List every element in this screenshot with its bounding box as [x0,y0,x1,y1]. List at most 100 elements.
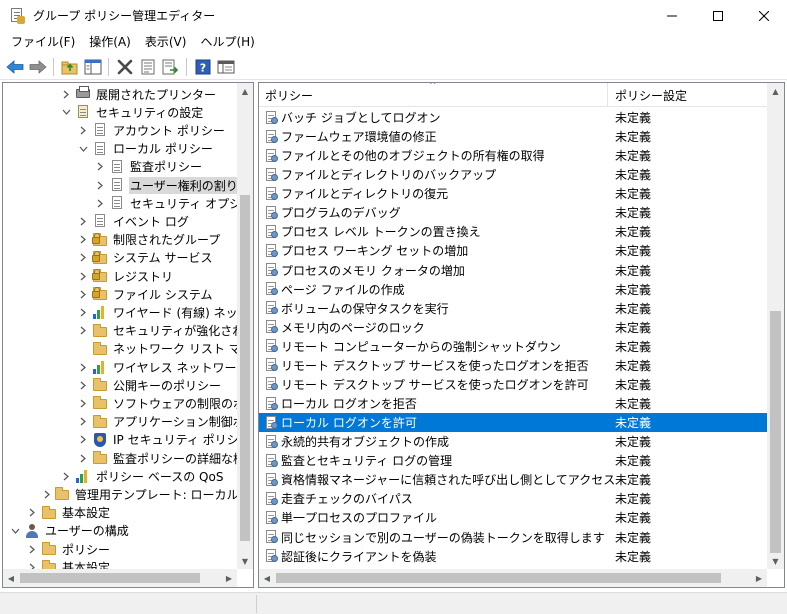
chevron-right-icon[interactable] [78,376,88,394]
policy-row[interactable]: ファイルとディレクトリのバックアップ 未定義 [259,165,767,184]
maximize-button[interactable] [695,0,741,31]
policy-row[interactable]: ファイルとその他のオブジェクトの所有権の取得 未定義 [259,146,767,165]
menu-help[interactable]: ヘルプ(H) [193,33,261,50]
chevron-right-icon[interactable] [95,158,105,176]
policy-row[interactable]: 同じセッションで別のユーザーの偽装トークンを取得します 未定義 [259,528,767,547]
policy-row[interactable]: ファームウェア環境値の修正 未定義 [259,127,767,146]
list-scroll-down-arrow[interactable]: ▼ [767,553,784,569]
show-hide-console-tree-button[interactable] [81,56,104,78]
list-scroll-thumb[interactable] [770,311,781,553]
chevron-right-icon[interactable] [78,449,88,467]
policy-row[interactable]: バッチ ジョブとしてログオン 未定義 [259,108,767,127]
menu-action[interactable]: 操作(A) [82,33,138,50]
chevron-right-icon[interactable] [78,413,88,431]
help-button[interactable]: ? [191,56,214,78]
policy-row[interactable]: 永続的共有オブジェクトの作成 未定義 [259,432,767,451]
tree-node[interactable]: 監査ポリシー [95,158,237,176]
tree-node[interactable]: レジストリ [78,267,237,285]
close-button[interactable] [741,0,787,31]
tree-scroll-thumb[interactable] [240,195,250,541]
list-scroll-left-arrow[interactable]: ◀ [259,569,275,587]
console-tree-pane[interactable]: 展開されたプリンター セキュリティの設定 アカウント ポリシー ローカル ポリシー 監査… [2,82,254,588]
policy-row[interactable]: 資格情報マネージャーに信頼された呼び出し側としてアクセス 未定義 [259,470,767,489]
policy-row[interactable]: リモート コンピューターからの強制シャットダウン 未定義 [259,337,767,356]
policy-row[interactable]: プロセス レベル トークンの置き換え 未定義 [259,222,767,241]
policy-row[interactable]: ファイルとディレクトリの復元 未定義 [259,184,767,203]
tree-node[interactable]: 監査ポリシーの詳細な構成 [78,449,237,467]
chevron-right-icon[interactable] [78,431,88,449]
tree-node[interactable]: ポリシー [27,540,237,558]
forward-button[interactable] [26,56,49,78]
policy-row[interactable]: リモート デスクトップ サービスを使ったログオンを拒否 未定義 [259,356,767,375]
column-header-policy[interactable]: ポリシー ^ [259,83,608,107]
tree-node[interactable]: 管理用テンプレート: ローカル コンピューターから取得したポリシー定義 [44,485,237,503]
tree-node[interactable]: ユーザーの構成 [10,522,237,540]
policy-row[interactable]: プログラムのデバッグ 未定義 [259,203,767,222]
tree-node[interactable]: アプリケーション制御ポリシー [78,413,237,431]
tree-node[interactable]: セキュリティ オプション [95,194,237,212]
chevron-right-icon[interactable] [78,303,88,321]
chevron-down-icon[interactable] [78,140,88,158]
list-scroll-right-arrow[interactable]: ▶ [751,569,767,587]
policy-row[interactable]: ページ ファイルの作成 未定義 [259,280,767,299]
policy-row[interactable]: プロセス ワーキング セットの増加 未定義 [259,241,767,260]
tree-vertical-scrollbar[interactable]: ▲ ▼ [237,83,253,569]
properties-button[interactable] [136,56,159,78]
policy-row[interactable]: 走査チェックのバイパス 未定義 [259,489,767,508]
tree-node[interactable]: ワイヤレス ネットワーク (IEEE 802.11) ポリシー [78,358,237,376]
menu-view[interactable]: 表示(V) [138,33,194,50]
chevron-right-icon[interactable] [27,540,37,558]
policy-row[interactable]: リモート デスクトップ サービスを使ったログオンを許可 未定義 [259,375,767,394]
policy-row[interactable]: プロセスのメモリ クォータの増加 未定義 [259,261,767,280]
tree-node[interactable]: システム サービス [78,249,237,267]
tree-node[interactable]: ポリシー ベースの QoS [61,467,237,485]
policy-row[interactable]: 単一プロセスのプロファイル 未定義 [259,508,767,527]
tree-node[interactable]: セキュリティが強化された Windows ファイアウォール [78,322,237,340]
chevron-right-icon[interactable] [78,231,88,249]
export-list-button[interactable] [159,56,182,78]
chevron-down-icon[interactable] [61,103,71,121]
tree-node[interactable]: ソフトウェアの制限のポリシー [78,394,237,412]
tree-node[interactable]: 展開されたプリンター [61,85,237,103]
chevron-right-icon[interactable] [27,558,37,569]
chevron-right-icon[interactable] [61,85,71,103]
policy-row[interactable]: 監査とセキュリティ ログの管理 未定義 [259,451,767,470]
chevron-right-icon[interactable] [78,285,88,303]
column-header-policy-setting[interactable]: ポリシー設定 [609,83,767,107]
tree-node[interactable]: 公開キーのポリシー [78,376,237,394]
chevron-right-icon[interactable] [78,358,88,376]
tree-node[interactable]: ファイル システム [78,285,237,303]
chevron-right-icon[interactable] [61,467,71,485]
chevron-right-icon[interactable] [78,394,88,412]
chevron-right-icon[interactable] [27,504,37,522]
tree-node[interactable]: 制限されたグループ [78,231,237,249]
chevron-right-icon[interactable] [78,121,88,139]
chevron-right-icon[interactable] [78,212,88,230]
tree-node[interactable]: ローカル ポリシー [78,140,237,158]
chevron-down-icon[interactable] [10,522,20,540]
chevron-right-icon[interactable] [78,267,88,285]
list-hscroll-thumb[interactable] [276,573,721,583]
list-scroll-up-arrow[interactable]: ▲ [767,83,784,99]
tree-node[interactable]: セキュリティの設定 [61,103,237,121]
back-button[interactable] [3,56,26,78]
list-horizontal-scrollbar[interactable]: ◀ ▶ [259,569,767,587]
tree-horizontal-scrollbar[interactable]: ◀ ▶ [3,569,237,587]
chevron-right-icon[interactable] [44,485,50,503]
minimize-button[interactable] [649,0,695,31]
chevron-right-icon[interactable] [95,176,105,194]
details-pane[interactable]: ポリシー ^ ポリシー設定 バッチ ジョブとしてログオン 未定義 ファームウェア環境… [258,82,785,588]
tree-scroll-right-arrow[interactable]: ▶ [221,569,237,587]
up-one-level-button[interactable] [58,56,81,78]
menu-file[interactable]: ファイル(F) [4,33,82,50]
delete-button[interactable] [113,56,136,78]
view-button[interactable] [214,56,237,78]
tree-scroll-down-arrow[interactable]: ▼ [237,553,253,569]
tree-node[interactable]: ワイヤード (有線) ネットワーク [78,303,237,321]
tree-node[interactable]: 基本設定 [27,558,237,569]
policy-row[interactable]: メモリ内のページのロック 未定義 [259,318,767,337]
tree-hscroll-thumb[interactable] [20,573,200,583]
chevron-right-icon[interactable] [95,194,105,212]
tree-node[interactable]: 基本設定 [27,504,237,522]
list-vertical-scrollbar[interactable]: ▲ ▼ [767,83,784,569]
